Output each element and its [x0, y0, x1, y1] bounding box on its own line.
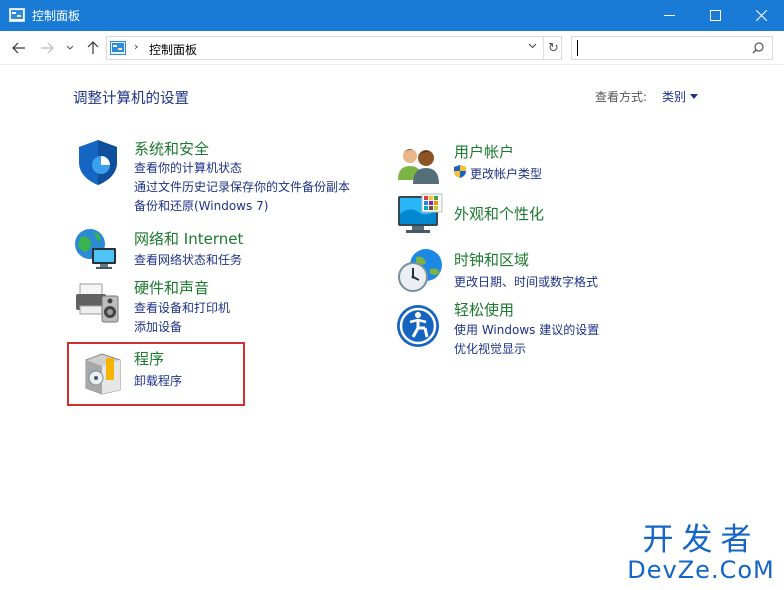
- link-add-device[interactable]: 添加设备: [134, 318, 182, 335]
- search-input[interactable]: [577, 40, 747, 56]
- category-title-network-internet[interactable]: 网络和 Internet: [134, 228, 243, 249]
- up-arrow-icon: [87, 41, 99, 54]
- link-windows-recommended-settings[interactable]: 使用 Windows 建议的设置: [454, 321, 599, 338]
- highlight-box: [67, 342, 245, 406]
- refresh-icon: ↻: [548, 40, 559, 56]
- window-title: 控制面板: [32, 9, 81, 23]
- watermark-line-1: 开发者: [642, 522, 760, 558]
- close-icon: [755, 10, 767, 21]
- category-title-appearance[interactable]: 外观和个性化: [454, 203, 544, 224]
- security-shield-icon[interactable]: [74, 138, 122, 186]
- back-arrow-icon: [12, 42, 25, 54]
- watermark-line-2: DevZe.CoM: [627, 556, 775, 584]
- refresh-button[interactable]: ↻: [543, 37, 563, 59]
- watermark: 开发者 DevZe.CoM: [626, 524, 776, 584]
- search-icon[interactable]: [752, 42, 764, 54]
- minimize-button[interactable]: [646, 0, 692, 31]
- navigation-bar: › 控制面板 ↻: [0, 31, 784, 65]
- chevron-down-icon: [66, 45, 74, 50]
- network-globe-icon[interactable]: [72, 224, 120, 272]
- caret-down-icon: [690, 94, 699, 99]
- breadcrumb-separator-icon[interactable]: ›: [134, 40, 138, 53]
- link-change-date-time-format[interactable]: 更改日期、时间或数字格式: [454, 273, 598, 290]
- users-icon[interactable]: [396, 140, 444, 188]
- link-backup-restore[interactable]: 备份和还原(Windows 7): [134, 197, 268, 214]
- link-file-history-backup[interactable]: 通过文件历史记录保存你的文件备份副本: [134, 178, 350, 195]
- up-button[interactable]: [84, 39, 102, 57]
- view-by-label: 查看方式:: [595, 90, 648, 104]
- ease-of-access-icon[interactable]: [396, 302, 444, 350]
- breadcrumb-control-panel[interactable]: 控制面板: [149, 41, 197, 58]
- address-dropdown-icon[interactable]: [528, 43, 537, 49]
- display-personalization-icon[interactable]: [396, 192, 444, 240]
- title-bar: 控制面板: [0, 0, 784, 31]
- maximize-icon: [709, 10, 721, 21]
- view-by-dropdown[interactable]: 类别: [662, 88, 699, 105]
- link-view-computer-status[interactable]: 查看你的计算机状态: [134, 159, 242, 176]
- uac-shield-icon: [454, 165, 466, 178]
- category-title-hardware-sound[interactable]: 硬件和声音: [134, 277, 209, 298]
- recent-locations-button[interactable]: [64, 39, 76, 57]
- minimize-icon: [663, 15, 675, 16]
- clock-globe-icon[interactable]: [396, 247, 444, 295]
- back-button[interactable]: [10, 39, 28, 57]
- category-title-system-security[interactable]: 系统和安全: [134, 138, 209, 159]
- category-title-clock-region[interactable]: 时钟和区域: [454, 249, 529, 270]
- link-network-status[interactable]: 查看网络状态和任务: [134, 251, 242, 268]
- link-optimize-visual-display[interactable]: 优化视觉显示: [454, 340, 526, 357]
- link-devices-printers[interactable]: 查看设备和打印机: [134, 299, 230, 316]
- forward-arrow-icon: [41, 42, 54, 54]
- address-bar[interactable]: › 控制面板 ↻: [106, 36, 562, 60]
- link-change-account-type[interactable]: 更改帐户类型: [470, 165, 542, 182]
- forward-button[interactable]: [38, 39, 56, 57]
- close-button[interactable]: [738, 0, 784, 31]
- view-by-value: 类别: [662, 90, 687, 104]
- category-title-user-accounts[interactable]: 用户帐户: [454, 141, 514, 162]
- category-title-ease-of-access[interactable]: 轻松使用: [454, 299, 514, 320]
- maximize-button[interactable]: [692, 0, 738, 31]
- page-title: 调整计算机的设置: [73, 91, 189, 107]
- search-box[interactable]: [571, 36, 773, 60]
- control-panel-icon: [110, 41, 126, 55]
- control-panel-icon: [9, 8, 25, 22]
- printer-speaker-icon[interactable]: [74, 278, 122, 326]
